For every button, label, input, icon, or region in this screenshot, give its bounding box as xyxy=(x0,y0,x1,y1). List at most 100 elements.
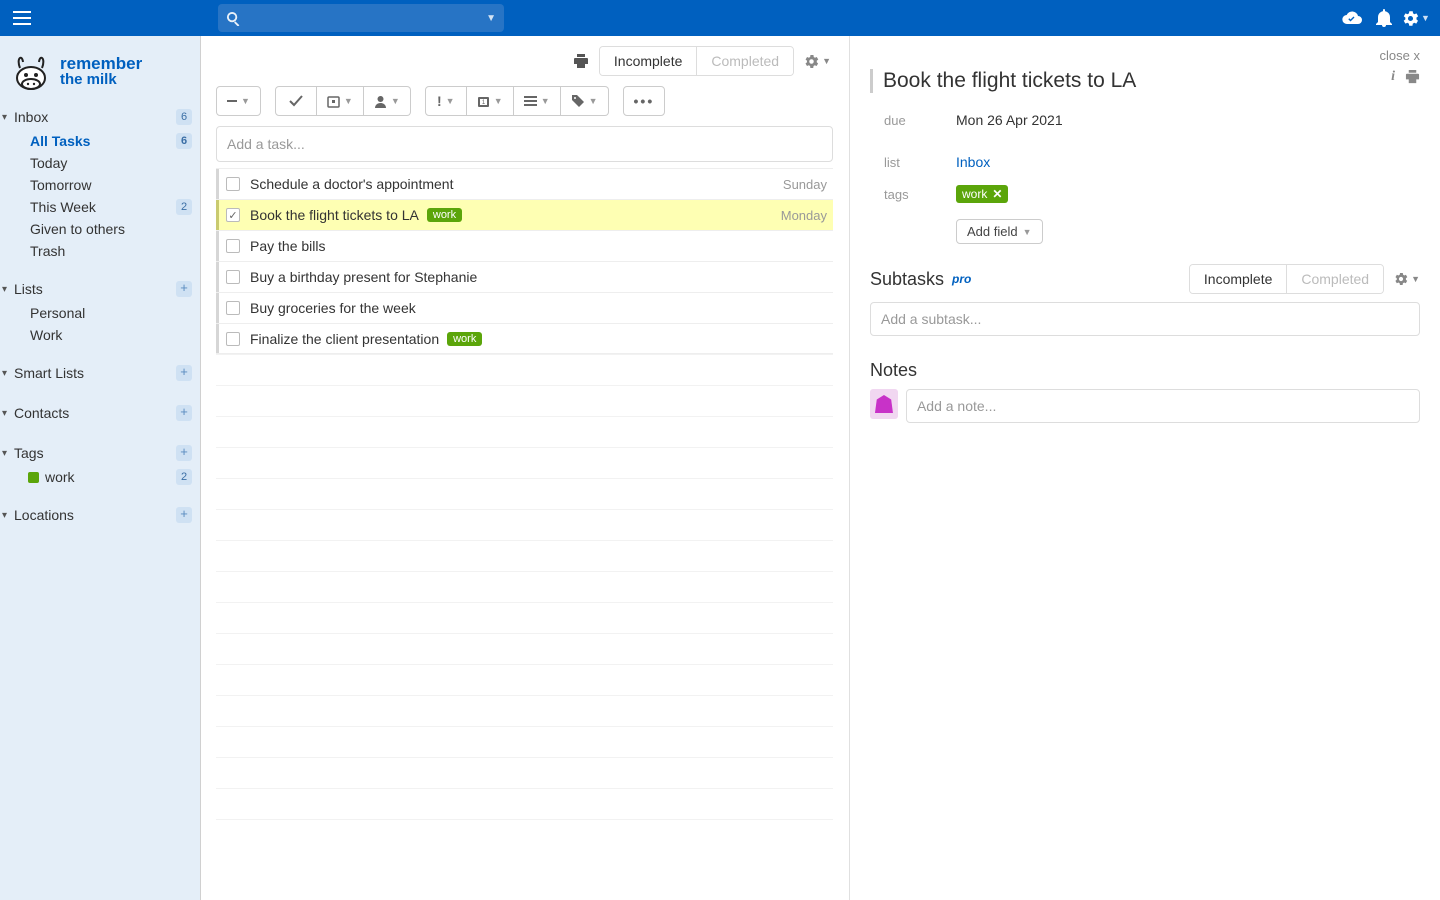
sidebar-tag-item[interactable]: work2 xyxy=(0,466,200,488)
search-box[interactable]: ▼ xyxy=(218,4,504,32)
pro-badge: pro xyxy=(952,272,971,286)
cow-logo-icon xyxy=(8,48,54,94)
subtask-settings-button[interactable]: ▼ xyxy=(1394,272,1420,286)
count-badge: 6 xyxy=(176,133,192,149)
sidebar-view-item[interactable]: All Tasks6 xyxy=(0,130,200,152)
sidebar-smartlists-header[interactable]: ▾ Smart Lists + xyxy=(0,360,200,386)
task-detail-panel: close x Book the flight tickets to LA i … xyxy=(850,36,1440,900)
task-list-panel: Incomplete Completed ▼ ▼ ▼ ▼ !▼ 1▼ ▼ ▼ xyxy=(200,36,850,900)
search-dropdown-icon[interactable]: ▼ xyxy=(486,13,496,24)
task-checkbox[interactable] xyxy=(226,332,240,346)
task-row[interactable]: Buy groceries for the week xyxy=(216,292,833,323)
task-row[interactable]: Book the flight tickets to LA work Monday xyxy=(216,199,833,230)
assign-button[interactable]: ▼ xyxy=(364,86,411,116)
print-button[interactable] xyxy=(573,53,589,69)
subtab-completed[interactable]: Completed xyxy=(1286,265,1383,293)
sidebar-locations-header[interactable]: ▾ Locations + xyxy=(0,502,200,528)
print-task-button[interactable] xyxy=(1405,69,1420,85)
list-move-button[interactable]: ▼ xyxy=(514,86,561,116)
task-row[interactable]: Buy a birthday present for Stephanie xyxy=(216,261,833,292)
sidebar-inbox[interactable]: ▾ Inbox 6 xyxy=(0,104,200,130)
task-checkbox[interactable] xyxy=(226,239,240,253)
search-input[interactable] xyxy=(247,10,486,26)
task-row[interactable]: Finalize the client presentation work xyxy=(216,323,833,354)
complete-button[interactable] xyxy=(275,86,317,116)
subtasks-heading: Subtasks xyxy=(870,269,944,290)
task-tag-badge[interactable]: work xyxy=(427,208,462,222)
due-button[interactable]: 1▼ xyxy=(467,86,514,116)
add-note-input[interactable] xyxy=(906,389,1420,423)
logo-text: remember the milk xyxy=(60,55,142,87)
toolbar: ▼ ▼ ▼ !▼ 1▼ ▼ ▼ ••• xyxy=(216,86,833,116)
remove-tag-icon[interactable]: ✕ xyxy=(992,187,1002,201)
add-tag-button[interactable]: + xyxy=(176,445,192,461)
task-tag-badge[interactable]: work xyxy=(447,332,482,346)
tag-button[interactable]: ▼ xyxy=(561,86,609,116)
sidebar-list-item[interactable]: Work xyxy=(0,324,200,346)
due-value[interactable]: Mon 26 Apr 2021 xyxy=(956,112,1063,128)
task-due: Monday xyxy=(781,208,827,223)
sidebar-view-item[interactable]: This Week2 xyxy=(0,196,200,218)
task-checkbox[interactable] xyxy=(226,270,240,284)
task-list: Schedule a doctor's appointmentSundayBoo… xyxy=(216,168,833,354)
gear-icon xyxy=(804,54,819,69)
task-title: Book the flight tickets to LA xyxy=(250,207,419,223)
sidebar-list-item[interactable]: Personal xyxy=(0,302,200,324)
task-row[interactable]: Schedule a doctor's appointmentSunday xyxy=(216,168,833,199)
list-label: list xyxy=(884,155,956,170)
add-task-input[interactable] xyxy=(216,126,833,162)
select-button[interactable]: ▼ xyxy=(216,86,261,116)
tab-incomplete[interactable]: Incomplete xyxy=(600,47,696,75)
user-avatar xyxy=(870,389,898,419)
subtab-incomplete[interactable]: Incomplete xyxy=(1190,265,1286,293)
task-due: Sunday xyxy=(783,177,827,192)
sidebar-view-item[interactable]: Given to others xyxy=(0,218,200,240)
info-icon[interactable]: i xyxy=(1391,69,1395,85)
menu-button[interactable] xyxy=(8,4,36,32)
sidebar-view-item[interactable]: Today xyxy=(0,152,200,174)
sync-icon[interactable] xyxy=(1336,4,1368,32)
search-icon xyxy=(226,11,241,26)
inbox-count-badge: 6 xyxy=(176,109,192,125)
add-list-button[interactable]: + xyxy=(176,281,192,297)
notes-heading: Notes xyxy=(870,360,917,381)
topbar: ▼ ▼ xyxy=(0,0,1440,36)
add-contact-button[interactable]: + xyxy=(176,405,192,421)
sidebar-lists-header[interactable]: ▾ Lists + xyxy=(0,276,200,302)
tab-completed[interactable]: Completed xyxy=(696,47,793,75)
add-field-button[interactable]: Add field▼ xyxy=(956,219,1043,244)
completion-tabs: Incomplete Completed xyxy=(599,46,794,76)
settings-icon[interactable]: ▼ xyxy=(1400,4,1432,32)
sidebar: remember the milk ▾ Inbox 6 All Tasks6To… xyxy=(0,36,200,900)
priority-button[interactable]: !▼ xyxy=(425,86,467,116)
task-checkbox[interactable] xyxy=(226,208,240,222)
task-title: Buy groceries for the week xyxy=(250,300,416,316)
task-title[interactable]: Book the flight tickets to LA xyxy=(883,69,1391,93)
task-title: Finalize the client presentation xyxy=(250,331,439,347)
sidebar-view-item[interactable]: Trash xyxy=(0,240,200,262)
add-location-button[interactable]: + xyxy=(176,507,192,523)
add-smartlist-button[interactable]: + xyxy=(176,365,192,381)
sidebar-contacts-header[interactable]: ▾ Contacts + xyxy=(0,400,200,426)
close-button[interactable]: close x xyxy=(1380,48,1420,63)
add-subtask-input[interactable] xyxy=(870,302,1420,336)
count-badge: 2 xyxy=(176,199,192,215)
task-title: Pay the bills xyxy=(250,238,325,254)
subtask-tabs: Incomplete Completed xyxy=(1189,264,1384,294)
sidebar-tags-header[interactable]: ▾ Tags + xyxy=(0,440,200,466)
task-checkbox[interactable] xyxy=(226,177,240,191)
task-tag[interactable]: work✕ xyxy=(956,185,1008,203)
task-row[interactable]: Pay the bills xyxy=(216,230,833,261)
tags-label: tags xyxy=(884,187,956,202)
more-button[interactable]: ••• xyxy=(623,86,666,116)
task-checkbox[interactable] xyxy=(226,301,240,315)
postpone-button[interactable]: ▼ xyxy=(317,86,364,116)
chevron-down-icon: ▾ xyxy=(2,112,7,123)
tag-color-icon xyxy=(28,472,39,483)
notifications-icon[interactable] xyxy=(1368,4,1400,32)
chevron-down-icon: ▾ xyxy=(2,510,7,521)
logo[interactable]: remember the milk xyxy=(0,44,200,104)
sidebar-view-item[interactable]: Tomorrow xyxy=(0,174,200,196)
list-value[interactable]: Inbox xyxy=(956,154,990,170)
list-settings-button[interactable]: ▼ xyxy=(804,54,831,69)
